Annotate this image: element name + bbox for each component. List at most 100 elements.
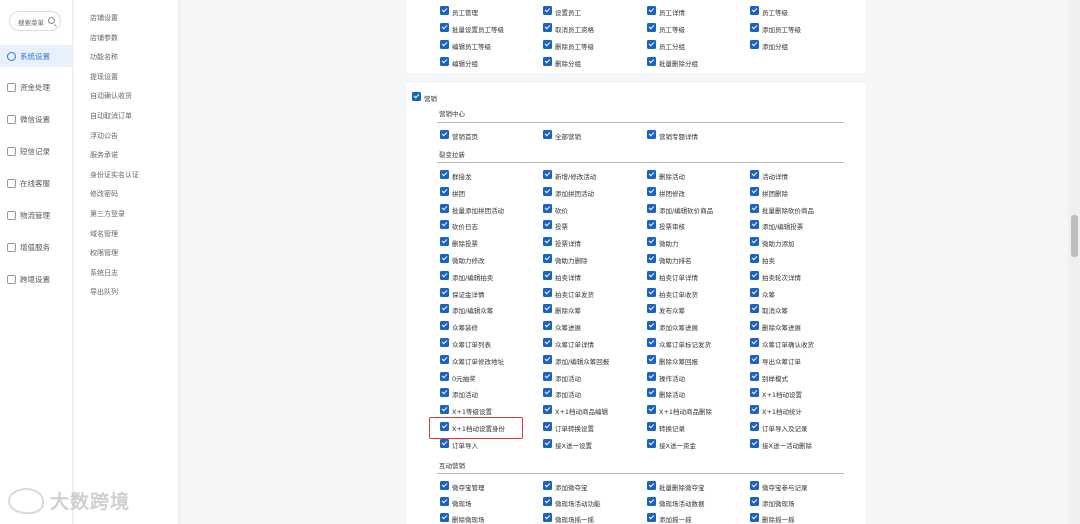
fission-perm-checkbox[interactable] — [440, 187, 449, 196]
search-input[interactable]: 搜索菜单 — [9, 11, 61, 31]
staff-perm-checkbox[interactable] — [647, 23, 656, 32]
scrollbar[interactable] — [1068, 0, 1080, 524]
fission-perm-checkbox[interactable] — [543, 388, 552, 397]
staff-perm-checkbox[interactable] — [750, 23, 759, 32]
fission-perm-checkbox[interactable] — [750, 288, 759, 297]
fission-perm-checkbox[interactable] — [440, 338, 449, 347]
staff-perm-checkbox[interactable] — [440, 23, 449, 32]
fission-perm-checkbox[interactable] — [750, 220, 759, 229]
interactive-perm-checkbox[interactable] — [543, 497, 552, 506]
interactive-perm-checkbox[interactable] — [647, 513, 656, 522]
subnav-item[interactable]: 权限管理 — [90, 248, 118, 258]
fission-perm-checkbox[interactable] — [647, 288, 656, 297]
interactive-perm-checkbox[interactable] — [750, 497, 759, 506]
interactive-perm-checkbox[interactable] — [750, 513, 759, 522]
interactive-perm-checkbox[interactable] — [440, 513, 449, 522]
subnav-item[interactable]: 服务承诺 — [90, 150, 118, 160]
staff-perm-checkbox[interactable] — [543, 40, 552, 49]
fission-perm-checkbox[interactable] — [543, 372, 552, 381]
fission-perm-checkbox[interactable] — [543, 304, 552, 313]
fission-perm-checkbox[interactable] — [440, 204, 449, 213]
staff-perm-checkbox[interactable] — [440, 57, 449, 66]
fission-perm-checkbox[interactable] — [543, 187, 552, 196]
fission-perm-checkbox[interactable] — [647, 439, 656, 448]
subnav-item[interactable]: 自动确认收货 — [90, 91, 132, 101]
fission-perm-checkbox[interactable] — [750, 422, 759, 431]
fission-perm-checkbox[interactable] — [750, 204, 759, 213]
subnav-item[interactable]: 导出队列 — [90, 287, 118, 297]
fission-perm-checkbox[interactable] — [440, 288, 449, 297]
fission-perm-checkbox[interactable] — [543, 170, 552, 179]
fission-perm-checkbox[interactable] — [440, 254, 449, 263]
fission-perm-checkbox[interactable] — [440, 220, 449, 229]
nav-item-4[interactable]: 在线客服 — [0, 172, 73, 194]
fission-perm-checkbox[interactable] — [647, 254, 656, 263]
interactive-perm-checkbox[interactable] — [647, 481, 656, 490]
interactive-perm-checkbox[interactable] — [440, 481, 449, 490]
fission-perm-checkbox[interactable] — [750, 355, 759, 364]
search-icon[interactable] — [48, 17, 55, 24]
fission-perm-checkbox[interactable] — [440, 321, 449, 330]
subnav-item[interactable]: 店铺参数 — [90, 33, 118, 43]
marketing-center-perm-checkbox[interactable] — [543, 130, 552, 139]
subnav-item[interactable]: 系统日志 — [90, 268, 118, 278]
fission-perm-checkbox[interactable] — [750, 187, 759, 196]
subnav-item[interactable]: 功能名称 — [90, 52, 118, 62]
fission-perm-checkbox[interactable] — [543, 204, 552, 213]
subnav-item[interactable]: 提现设置 — [90, 72, 118, 82]
fission-perm-checkbox[interactable] — [543, 405, 552, 414]
nav-item-7[interactable]: 跨境设置 — [0, 268, 73, 290]
fission-perm-checkbox[interactable] — [440, 388, 449, 397]
fission-perm-checkbox[interactable] — [647, 372, 656, 381]
nav-item-5[interactable]: 物流管理 — [0, 204, 73, 226]
interactive-perm-checkbox[interactable] — [543, 513, 552, 522]
marketing-center-perm-checkbox[interactable] — [647, 130, 656, 139]
fission-perm-checkbox[interactable] — [543, 254, 552, 263]
fission-perm-checkbox[interactable] — [750, 237, 759, 246]
staff-perm-checkbox[interactable] — [440, 40, 449, 49]
fission-perm-checkbox[interactable] — [647, 388, 656, 397]
fission-perm-checkbox[interactable] — [647, 220, 656, 229]
marketing-perm-checkbox[interactable] — [412, 92, 421, 101]
fission-perm-checkbox[interactable] — [543, 422, 552, 431]
fission-perm-checkbox[interactable] — [750, 271, 759, 280]
fission-perm-checkbox[interactable] — [440, 439, 449, 448]
nav-item-0[interactable]: 系统设置 — [0, 45, 73, 67]
fission-perm-checkbox[interactable] — [440, 271, 449, 280]
staff-perm-checkbox[interactable] — [543, 23, 552, 32]
fission-perm-checkbox[interactable] — [647, 321, 656, 330]
fission-perm-checkbox[interactable] — [647, 204, 656, 213]
fission-perm-checkbox[interactable] — [543, 220, 552, 229]
fission-perm-checkbox[interactable] — [647, 170, 656, 179]
fission-perm-checkbox[interactable] — [647, 304, 656, 313]
fission-perm-checkbox[interactable] — [440, 372, 449, 381]
staff-perm-checkbox[interactable] — [647, 57, 656, 66]
subnav-item[interactable]: 浮动公告 — [90, 131, 118, 141]
fission-perm-checkbox[interactable] — [750, 321, 759, 330]
staff-perm-checkbox[interactable] — [440, 6, 449, 15]
staff-perm-checkbox[interactable] — [647, 40, 656, 49]
fission-perm-checkbox[interactable] — [750, 170, 759, 179]
fission-perm-checkbox[interactable] — [750, 304, 759, 313]
interactive-perm-checkbox[interactable] — [543, 481, 552, 490]
fission-perm-checkbox[interactable] — [647, 422, 656, 431]
fission-perm-checkbox[interactable] — [750, 439, 759, 448]
fission-perm-checkbox[interactable] — [440, 405, 449, 414]
fission-perm-checkbox[interactable] — [647, 271, 656, 280]
nav-item-2[interactable]: 微信设置 — [0, 108, 73, 130]
fission-perm-checkbox[interactable] — [543, 271, 552, 280]
fission-perm-checkbox[interactable] — [543, 321, 552, 330]
interactive-perm-checkbox[interactable] — [750, 481, 759, 490]
staff-perm-checkbox[interactable] — [750, 6, 759, 15]
subnav-item[interactable]: 身份证实名认证 — [90, 170, 139, 180]
fission-perm-checkbox[interactable] — [750, 372, 759, 381]
fission-perm-checkbox[interactable] — [647, 355, 656, 364]
nav-item-3[interactable]: 短信记录 — [0, 140, 73, 162]
subnav-item[interactable]: 自动取消订单 — [90, 111, 132, 121]
nav-item-6[interactable]: 增值服务 — [0, 236, 73, 258]
fission-perm-checkbox[interactable] — [440, 355, 449, 364]
fission-perm-checkbox[interactable] — [543, 439, 552, 448]
fission-perm-checkbox[interactable] — [543, 237, 552, 246]
subnav-item[interactable]: 域名管理 — [90, 229, 118, 239]
staff-perm-checkbox[interactable] — [543, 6, 552, 15]
